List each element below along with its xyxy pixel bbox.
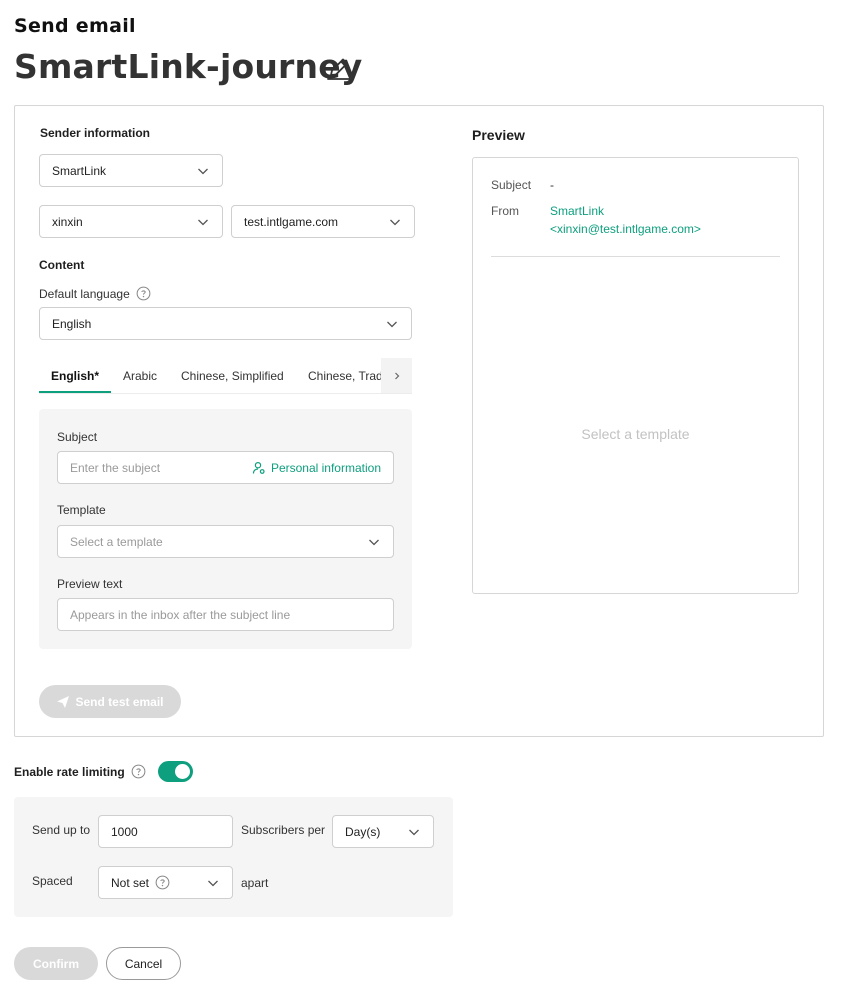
period-select[interactable]: Day(s) xyxy=(332,815,434,848)
toggle-knob xyxy=(175,764,190,779)
sender-section-label: Sender information xyxy=(40,126,151,140)
template-placeholder: Select a template xyxy=(70,534,163,549)
tabs-scroll-right-button[interactable] xyxy=(381,358,412,393)
preview-subject-key: Subject xyxy=(491,178,532,192)
send-up-to-input[interactable]: 1000 xyxy=(98,815,233,848)
active-tab-indicator xyxy=(39,391,111,393)
sender-domain-value: test.intlgame.com xyxy=(244,214,339,229)
preview-from-key: From xyxy=(491,204,519,218)
language-tabs: English* Arabic Chinese, Simplified Chin… xyxy=(39,358,412,394)
tab-english[interactable]: English* xyxy=(51,358,99,393)
template-select[interactable]: Select a template xyxy=(57,525,394,558)
subject-input[interactable]: Enter the subject Personal information xyxy=(57,451,394,484)
tab-chinese-traditional[interactable]: Chinese, Trad xyxy=(308,358,383,393)
rate-limiting-row: Enable rate limiting xyxy=(14,764,146,779)
cancel-button[interactable]: Cancel xyxy=(106,947,181,980)
send-test-email-button[interactable]: Send test email xyxy=(39,685,181,718)
user-settings-icon xyxy=(252,461,265,474)
send-test-email-label: Send test email xyxy=(75,694,164,709)
chevron-down-icon xyxy=(409,829,419,836)
preview-empty-message: Select a template xyxy=(581,426,690,442)
default-language-select[interactable]: English xyxy=(39,307,412,340)
sender-name-value: SmartLink xyxy=(52,163,107,178)
page-kicker: Send email xyxy=(14,15,136,37)
send-up-to-label: Send up to xyxy=(32,823,91,837)
chevron-down-icon xyxy=(198,219,208,226)
default-language-label-row: Default language xyxy=(39,286,151,301)
rate-limiting-toggle[interactable] xyxy=(158,761,193,782)
preview-from-address: <xinxin@test.intlgame.com> xyxy=(550,222,701,236)
confirm-button[interactable]: Confirm xyxy=(14,947,98,980)
apart-label: apart xyxy=(241,876,269,890)
chevron-down-icon xyxy=(198,168,208,175)
chevron-down-icon xyxy=(369,539,379,546)
send-icon xyxy=(57,695,70,708)
spaced-value: Not set xyxy=(111,875,150,890)
chevron-right-icon xyxy=(394,372,399,380)
personal-information-button[interactable]: Personal information xyxy=(252,461,381,475)
chevron-down-icon xyxy=(390,219,400,226)
cancel-label: Cancel xyxy=(124,956,163,971)
personal-information-label: Personal information xyxy=(270,461,381,475)
preview-title: Preview xyxy=(472,127,525,143)
content-section-label: Content xyxy=(39,258,85,272)
preview-from-name: SmartLink xyxy=(550,204,605,218)
sender-name-select[interactable]: SmartLink xyxy=(39,154,223,187)
subscribers-per-label: Subscribers per xyxy=(241,823,326,837)
help-icon[interactable] xyxy=(136,286,151,301)
period-value: Day(s) xyxy=(345,824,381,839)
page-title: SmartLink-journey xyxy=(14,47,363,86)
preview-panel: Subject - From SmartLink <xinxin@test.in… xyxy=(472,157,799,594)
preview-subject-value: - xyxy=(550,178,554,192)
rate-limiting-label: Enable rate limiting xyxy=(14,764,125,779)
default-language-label: Default language xyxy=(39,286,130,301)
confirm-label: Confirm xyxy=(33,956,79,971)
send-up-to-value: 1000 xyxy=(111,824,138,839)
template-label: Template xyxy=(57,503,106,517)
spaced-select[interactable]: Not set xyxy=(98,866,233,899)
help-icon[interactable] xyxy=(131,764,146,779)
subject-placeholder: Enter the subject xyxy=(70,460,161,475)
preview-divider xyxy=(491,256,780,257)
sender-local-part-value: xinxin xyxy=(52,214,83,229)
sender-domain-select[interactable]: test.intlgame.com xyxy=(231,205,415,238)
sender-local-part-select[interactable]: xinxin xyxy=(39,205,223,238)
subject-label: Subject xyxy=(57,430,98,444)
chevron-down-icon xyxy=(387,321,397,328)
default-language-value: English xyxy=(52,316,92,331)
tab-arabic[interactable]: Arabic xyxy=(123,358,157,393)
preview-text-placeholder: Appears in the inbox after the subject l… xyxy=(70,607,291,622)
spaced-label: Spaced xyxy=(32,874,73,888)
preview-text-input[interactable]: Appears in the inbox after the subject l… xyxy=(57,598,394,631)
tab-chinese-simplified[interactable]: Chinese, Simplified xyxy=(181,358,284,393)
help-icon[interactable] xyxy=(155,875,170,890)
edit-pencil-icon[interactable] xyxy=(325,55,352,82)
chevron-down-icon xyxy=(208,880,218,887)
preview-text-label: Preview text xyxy=(57,577,123,591)
